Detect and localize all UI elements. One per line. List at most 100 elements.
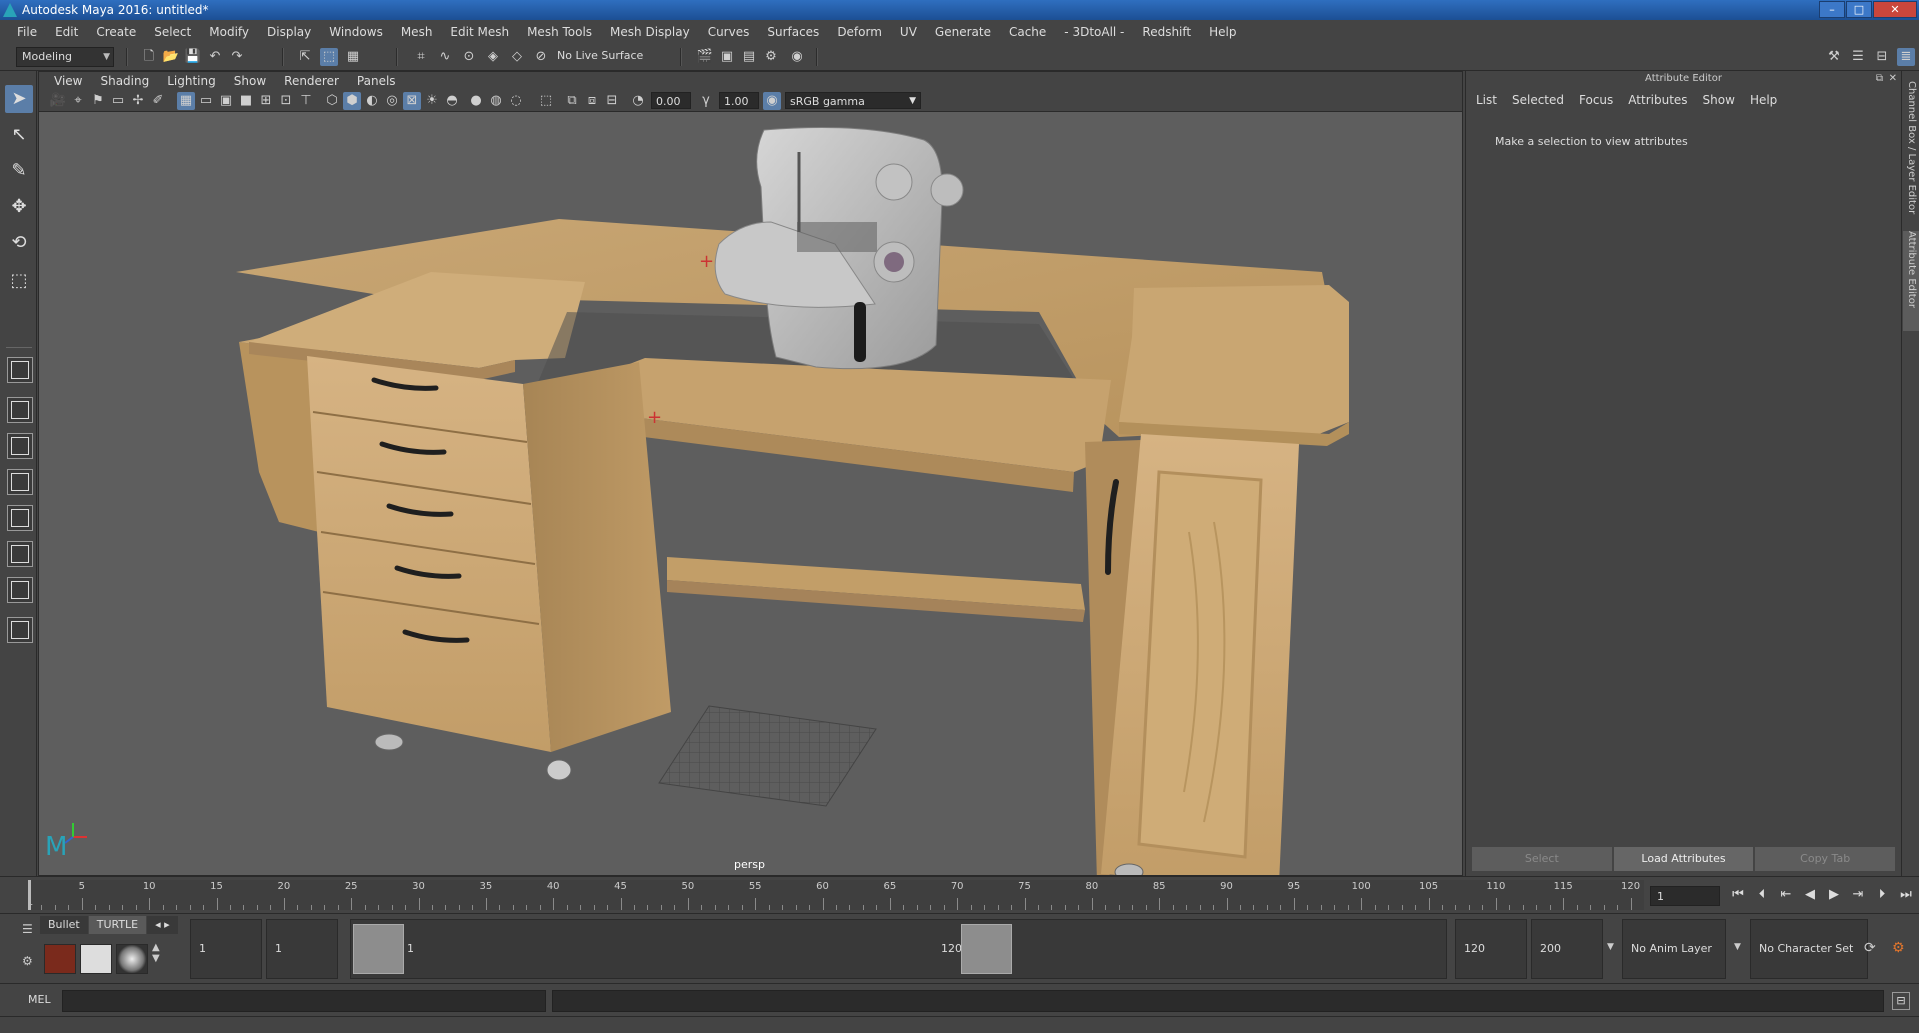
- channel-box-icon[interactable]: ≣: [1897, 48, 1915, 66]
- gamma-icon[interactable]: γ: [697, 92, 715, 110]
- range-start-handle[interactable]: [353, 924, 404, 974]
- step-forward-frame-icon[interactable]: ⏵: [1872, 887, 1892, 902]
- maximize-button[interactable]: □: [1846, 1, 1872, 18]
- new-scene-icon[interactable]: 🗋: [140, 48, 158, 66]
- menu-create[interactable]: Create: [87, 25, 145, 39]
- load-attributes-button[interactable]: Load Attributes: [1613, 847, 1754, 871]
- make-live-icon[interactable]: ⊘: [532, 48, 550, 66]
- side-by-side-layout-icon[interactable]: [7, 433, 33, 459]
- animation-preferences-icon[interactable]: ⚙: [1892, 940, 1905, 956]
- menu-redshift[interactable]: Redshift: [1133, 25, 1200, 39]
- character-set-dropdown[interactable]: No Character Set: [1750, 919, 1868, 979]
- float-panel-icon[interactable]: ⧉: [1876, 73, 1883, 84]
- two-d-pan-icon[interactable]: ✢: [129, 92, 147, 110]
- lights-icon[interactable]: ☀: [423, 92, 441, 110]
- current-time-marker[interactable]: [28, 880, 31, 910]
- menu-mesh-tools[interactable]: Mesh Tools: [518, 25, 601, 39]
- grid-toggle-icon[interactable]: ▦: [177, 92, 195, 110]
- paint-icon[interactable]: ✎: [5, 157, 33, 185]
- modeling-toolkit-icon[interactable]: ⚒: [1825, 48, 1843, 66]
- undo-icon[interactable]: ↶: [206, 48, 224, 66]
- play-backward-icon[interactable]: ◀: [1800, 887, 1820, 902]
- menu-curves[interactable]: Curves: [699, 25, 759, 39]
- attr-menu-selected[interactable]: Selected: [1512, 93, 1564, 107]
- time-slider[interactable]: 1 1 ⏮ ⏴ ⇤ ◀ ▶ ⇥ ⏵ ⏭ 51015202530354045505…: [0, 876, 1919, 913]
- textured-icon[interactable]: ⊠: [403, 92, 421, 110]
- shelf-tab-bullet[interactable]: Bullet: [40, 916, 88, 934]
- menu-deform[interactable]: Deform: [828, 25, 891, 39]
- snap-curve-icon[interactable]: ∿: [436, 48, 454, 66]
- viewport-panel[interactable]: View Shading Lighting Show Renderer Pane…: [38, 71, 1463, 876]
- redo-icon[interactable]: ↷: [228, 48, 246, 66]
- menu-windows[interactable]: Windows: [320, 25, 392, 39]
- camera-attributes-icon[interactable]: ⌖: [69, 92, 87, 110]
- copy-tab-button[interactable]: Copy Tab: [1755, 847, 1896, 871]
- script-editor-icon[interactable]: ⊟: [1892, 992, 1910, 1010]
- range-end-handle[interactable]: [961, 924, 1012, 974]
- layout-options-icon[interactable]: [7, 617, 33, 643]
- menu-surfaces[interactable]: Surfaces: [758, 25, 828, 39]
- step-back-key-icon[interactable]: ⇤: [1776, 887, 1796, 902]
- select-icon[interactable]: ➤: [5, 85, 33, 113]
- scene-start-field[interactable]: 1: [190, 919, 262, 979]
- exposure-field[interactable]: 0.00: [651, 92, 691, 109]
- shelf-scroll-icon[interactable]: ▲ ▼: [152, 942, 160, 964]
- menu-modify[interactable]: Modify: [200, 25, 258, 39]
- select-object-icon[interactable]: ⬚: [320, 48, 338, 66]
- go-to-end-icon[interactable]: ⏭: [1896, 887, 1916, 902]
- anti-aliasing-icon[interactable]: ◌: [507, 92, 525, 110]
- rotate-icon[interactable]: ⟲: [5, 229, 33, 257]
- use-default-material-icon[interactable]: ◐: [363, 92, 381, 110]
- wireframe-on-shaded-icon[interactable]: ◎: [383, 92, 401, 110]
- panel-menu-renderer[interactable]: Renderer: [275, 74, 348, 88]
- camera-icon[interactable]: 🎥: [49, 92, 67, 110]
- snap-grid-icon[interactable]: ⌗: [412, 48, 430, 66]
- step-forward-key-icon[interactable]: ⇥: [1848, 887, 1868, 902]
- live-surface-field[interactable]: No Live Surface: [552, 47, 652, 67]
- color-space-dropdown[interactable]: sRGB gamma ▼: [785, 92, 921, 109]
- menu-cache[interactable]: Cache: [1000, 25, 1055, 39]
- snap-view-icon[interactable]: ◈: [484, 48, 502, 66]
- gamma-field[interactable]: 1.00: [719, 92, 759, 109]
- safe-title-icon[interactable]: ⊤: [297, 92, 315, 110]
- color-management-icon[interactable]: ◉: [763, 92, 781, 110]
- chevron-down-icon[interactable]: ▼: [1607, 942, 1614, 952]
- menu-help[interactable]: Help: [1200, 25, 1245, 39]
- scene-end-field[interactable]: 200: [1531, 919, 1603, 979]
- chevron-down-icon[interactable]: ▼: [1734, 942, 1741, 952]
- playback-start-field[interactable]: 1: [266, 919, 338, 979]
- scale-icon[interactable]: ⬚: [5, 267, 33, 295]
- current-frame-field[interactable]: 1: [1650, 886, 1720, 906]
- custom-layout-icon[interactable]: [7, 577, 33, 603]
- persp-outliner-layout-icon[interactable]: [7, 505, 33, 531]
- wireframe-icon[interactable]: ⬡: [323, 92, 341, 110]
- menu-generate[interactable]: Generate: [926, 25, 1000, 39]
- time-ruler[interactable]: [28, 880, 1644, 910]
- grease-pencil-icon[interactable]: ✐: [149, 92, 167, 110]
- close-icon[interactable]: ✕: [1889, 73, 1897, 84]
- attr-menu-list[interactable]: List: [1476, 93, 1497, 107]
- step-back-frame-icon[interactable]: ⏴: [1752, 887, 1772, 902]
- safe-action-icon[interactable]: ⊡: [277, 92, 295, 110]
- xray-components-icon[interactable]: ⊟: [603, 92, 621, 110]
- single-pane-layout-icon[interactable]: [7, 357, 33, 383]
- save-scene-icon[interactable]: 💾: [184, 48, 202, 66]
- resolution-gate-icon[interactable]: ▣: [217, 92, 235, 110]
- open-scene-icon[interactable]: 📂: [162, 48, 180, 66]
- persp-graph-layout-icon[interactable]: [7, 469, 33, 495]
- isolate-select-icon[interactable]: ⬚: [537, 92, 555, 110]
- select-button[interactable]: Select: [1472, 847, 1612, 871]
- menu-mesh[interactable]: Mesh: [392, 25, 442, 39]
- range-slider[interactable]: 1 120: [350, 919, 1447, 979]
- render-view-icon[interactable]: 🎬: [696, 48, 714, 66]
- menu-select[interactable]: Select: [145, 25, 200, 39]
- shadows-icon[interactable]: ◓: [443, 92, 461, 110]
- panel-menu-panels[interactable]: Panels: [348, 74, 405, 88]
- settings-icon[interactable]: ⚙: [22, 954, 33, 968]
- close-button[interactable]: ✕: [1873, 1, 1917, 18]
- menu-3dtoall[interactable]: - 3DtoAll -: [1055, 25, 1133, 39]
- snap-surface-icon[interactable]: ◇: [508, 48, 526, 66]
- shelf-tab-scroll-icon[interactable]: ◂ ▸: [147, 916, 178, 934]
- attr-menu-show[interactable]: Show: [1703, 93, 1735, 107]
- menuset-dropdown[interactable]: Modeling ▼: [16, 47, 114, 67]
